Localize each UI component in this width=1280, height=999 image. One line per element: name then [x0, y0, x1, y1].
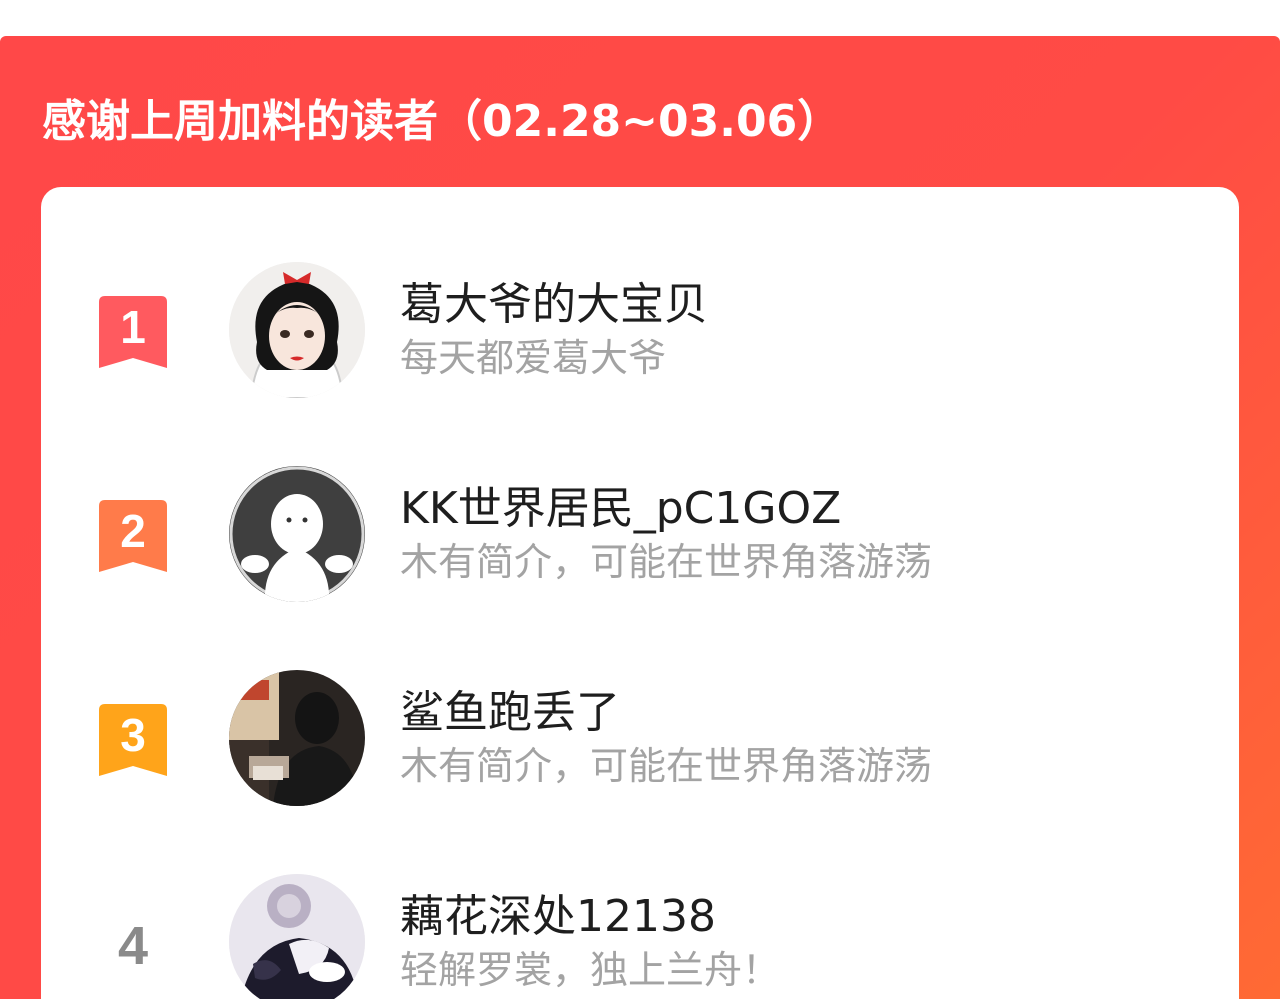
rank-badge-2: 2	[99, 500, 167, 572]
reader-ranking-panel: 感谢上周加料的读者（02.28~03.06） 1 葛大爷的大宝贝 每天都爱葛大爷…	[0, 36, 1280, 999]
avatar[interactable]	[229, 670, 365, 806]
rank-badge-3: 3	[99, 704, 167, 776]
avatar[interactable]	[229, 466, 365, 602]
rank-badge-1: 1	[99, 296, 167, 368]
avatar[interactable]	[229, 874, 365, 999]
reader-row-3[interactable]: 3 鲨鱼跑丢了 木有简介，可能在世界角落游荡	[41, 631, 1239, 806]
reader-bio: 木有简介，可能在世界角落游荡	[400, 744, 933, 788]
rank-number: 2	[120, 505, 146, 557]
avatar[interactable]	[229, 262, 365, 398]
reader-row-1[interactable]: 1 葛大爷的大宝贝 每天都爱葛大爷	[41, 223, 1239, 398]
rank-number: 4	[117, 916, 149, 976]
cartoon-girl-avatar-icon	[229, 262, 365, 398]
reader-name[interactable]: 鲨鱼跑丢了	[400, 683, 620, 743]
default-ghost-avatar-icon	[229, 466, 365, 602]
anime-photo-avatar-icon	[229, 874, 365, 999]
reader-bio: 每天都爱葛大爷	[400, 336, 667, 380]
reader-name[interactable]: 藕花深处12138	[400, 887, 716, 947]
panel-title: 感谢上周加料的读者（02.28~03.06）	[42, 96, 842, 147]
rank-number: 3	[120, 709, 146, 761]
reader-name[interactable]: 葛大爷的大宝贝	[400, 275, 708, 335]
reader-row-4[interactable]: 4 藕花深处12138 轻解罗裳，独上兰舟！	[41, 835, 1239, 999]
reader-name[interactable]: KK世界居民_pC1GOZ	[400, 479, 841, 539]
reader-list-card: 1 葛大爷的大宝贝 每天都爱葛大爷 2 KK世界居民_pC1GOZ 木有简介，可…	[41, 187, 1239, 999]
reader-bio: 木有简介，可能在世界角落游荡	[400, 540, 933, 584]
reader-bio: 轻解罗裳，独上兰舟！	[400, 948, 781, 992]
photo-avatar-icon	[229, 670, 365, 806]
reader-row-2[interactable]: 2 KK世界居民_pC1GOZ 木有简介，可能在世界角落游荡	[41, 427, 1239, 602]
rank-number: 1	[120, 301, 146, 353]
